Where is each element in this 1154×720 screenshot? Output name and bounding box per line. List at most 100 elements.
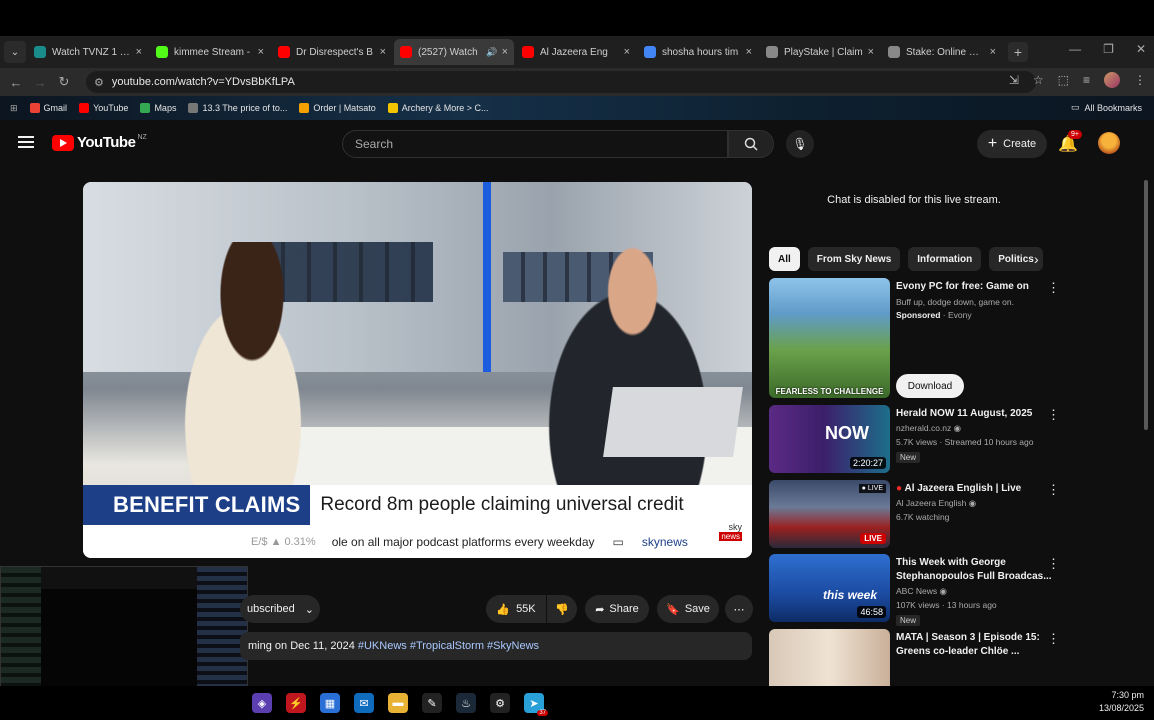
more-vert-icon[interactable]: ⋮: [1047, 556, 1060, 572]
browser-tab[interactable]: PlayStake | Claim ×: [760, 39, 880, 65]
close-tab-icon[interactable]: ×: [258, 46, 264, 58]
ad-thumbnail[interactable]: FEARLESS TO CHALLENGE: [769, 278, 890, 398]
rec-video[interactable]: MATA | Season 3 | Episode 15: Greens co-…: [769, 629, 1069, 686]
search-button[interactable]: [728, 130, 774, 158]
forward-icon[interactable]: →: [28, 75, 52, 90]
close-tab-icon[interactable]: ×: [746, 46, 752, 58]
telegram-icon[interactable]: ➤ 37: [524, 693, 548, 716]
bookmark-item[interactable]: Order | Matsato: [299, 103, 376, 113]
browser-tab[interactable]: kimmee Stream - ×: [150, 39, 270, 65]
rec-video[interactable]: this week 46:58 This Week with George St…: [769, 554, 1069, 626]
more-vert-icon[interactable]: ⋮: [1047, 631, 1060, 647]
browser-tab[interactable]: Dr Disrespect's B ×: [272, 39, 392, 65]
rec-thumbnail[interactable]: [769, 629, 890, 686]
scrollbar-thumb[interactable]: [1144, 180, 1148, 430]
rec-title[interactable]: MATA | Season 3 | Episode 15: Greens co-…: [896, 631, 1056, 659]
filter-chip[interactable]: Information: [908, 247, 982, 271]
bookmark-item[interactable]: Archery & More > C...: [387, 103, 488, 113]
browser-tab[interactable]: Watch TVNZ 1 - F ×: [28, 39, 148, 65]
close-window-icon[interactable]: ✕: [1136, 42, 1146, 56]
back-icon[interactable]: ←: [4, 75, 28, 90]
browser-tab[interactable]: Stake: Online Cas ×: [882, 39, 1002, 65]
extensions-icon[interactable]: ⬚: [1058, 73, 1069, 87]
apps-icon[interactable]: ⊞: [10, 103, 18, 114]
app-icon[interactable]: ◈: [252, 693, 272, 713]
url-bar[interactable]: ⚙ youtube.com/watch?v=YDvsBbKfLPA: [86, 71, 1036, 93]
install-icon[interactable]: ⇲: [1009, 73, 1019, 87]
search-input[interactable]: Search: [342, 130, 728, 158]
rec-video[interactable]: ● LIVE LIVE ● Al Jazeera English | Live …: [769, 480, 1069, 550]
hamburger-menu-icon[interactable]: [18, 136, 34, 148]
description-box[interactable]: ming on Dec 11, 2024 #UKNews #TropicalSt…: [240, 632, 752, 660]
dislike-button[interactable]: 👎: [547, 595, 577, 623]
profile-avatar[interactable]: [1104, 72, 1120, 88]
folder-icon[interactable]: ▬: [388, 693, 408, 713]
more-vert-icon[interactable]: ⋮: [1047, 407, 1060, 423]
reload-icon[interactable]: ↻: [52, 74, 76, 90]
speaker-icon[interactable]: 🔊: [486, 47, 497, 58]
rec-title[interactable]: Herald NOW 11 August, 2025: [896, 407, 1056, 421]
new-tab-button[interactable]: +: [1008, 42, 1028, 62]
browser-tab[interactable]: (2527) Watch 🔊 ×: [394, 39, 514, 65]
steam-icon[interactable]: ♨: [456, 693, 476, 713]
bookmark-item[interactable]: 13.3 The price of to...: [188, 103, 287, 113]
rec-thumbnail[interactable]: ● LIVE LIVE: [769, 480, 890, 548]
download-button[interactable]: Download: [896, 374, 964, 398]
all-bookmarks[interactable]: ▭ All Bookmarks: [1071, 102, 1142, 113]
rec-channel[interactable]: Al Jazeera English: [896, 498, 966, 508]
microphone-icon[interactable]: 🎙: [786, 130, 814, 158]
rec-title[interactable]: Evony PC for free: Game on: [896, 280, 1056, 294]
feather-app-icon[interactable]: ✎: [422, 693, 442, 713]
youtube-logo[interactable]: YouTube NZ: [52, 134, 147, 151]
sponsored-ad[interactable]: FEARLESS TO CHALLENGE Evony PC for free:…: [769, 278, 1069, 400]
bookmark-star-icon[interactable]: ☆: [1033, 73, 1044, 87]
share-button[interactable]: ➦ Share: [585, 595, 649, 623]
tab-search-icon[interactable]: ⌄: [4, 41, 26, 63]
rec-title[interactable]: This Week with George Stephanopoulos Ful…: [896, 556, 1056, 584]
bookmark-item[interactable]: YouTube: [79, 103, 128, 113]
picture-in-picture-overlay[interactable]: [0, 566, 248, 686]
close-tab-icon[interactable]: ×: [380, 46, 386, 58]
description-tags[interactable]: #UKNews #TropicalStorm #SkyNews: [358, 640, 539, 652]
video-player[interactable]: BENEFIT CLAIMS Record 8m people claiming…: [83, 182, 752, 558]
close-tab-icon[interactable]: ×: [502, 46, 508, 58]
bookmark-item[interactable]: Maps: [140, 103, 176, 113]
filter-chip[interactable]: All: [769, 247, 800, 271]
browser-tab[interactable]: Al Jazeera Eng ×: [516, 39, 636, 65]
maximize-icon[interactable]: ❐: [1103, 42, 1114, 56]
bookmark-favicon-icon: [79, 103, 90, 113]
browser-tab[interactable]: shosha hours tim ×: [638, 39, 758, 65]
more-horiz-icon: ⋯: [733, 603, 745, 616]
account-avatar[interactable]: [1098, 132, 1120, 154]
site-info-icon[interactable]: ⚙: [94, 76, 104, 89]
more-actions-button[interactable]: ⋯: [725, 595, 753, 623]
filter-chip[interactable]: From Sky News: [807, 247, 901, 271]
rec-thumbnail[interactable]: NOW 2:20:27: [769, 405, 890, 473]
outlook-icon[interactable]: ✉: [354, 693, 374, 713]
bookmark-item[interactable]: Gmail: [29, 103, 67, 113]
chevron-right-icon[interactable]: ›: [1034, 251, 1039, 267]
media-icon[interactable]: ≡: [1083, 73, 1090, 87]
close-tab-icon[interactable]: ×: [136, 46, 142, 58]
store-icon[interactable]: ▦: [320, 693, 340, 713]
subscribed-button[interactable]: ubscribed ⌄: [240, 595, 320, 623]
like-button[interactable]: 👍 55K: [486, 595, 546, 623]
close-tab-icon[interactable]: ×: [990, 46, 996, 58]
rec-channel[interactable]: ABC News: [896, 586, 937, 596]
lightning-app-icon[interactable]: ⚡: [286, 693, 306, 713]
menu-kebab-icon[interactable]: ⋮: [1134, 73, 1146, 87]
save-button[interactable]: 🔖 Save: [657, 595, 719, 623]
close-tab-icon[interactable]: ×: [868, 46, 874, 58]
more-vert-icon[interactable]: ⋮: [1047, 280, 1060, 296]
page-scrollbar[interactable]: [1143, 168, 1149, 686]
close-tab-icon[interactable]: ×: [624, 46, 630, 58]
more-vert-icon[interactable]: ⋮: [1047, 482, 1060, 498]
rec-video[interactable]: NOW 2:20:27 Herald NOW 11 August, 2025 n…: [769, 405, 1069, 475]
create-button[interactable]: + Create: [977, 130, 1047, 158]
rec-channel[interactable]: nzherald.co.nz: [896, 423, 951, 433]
rec-thumbnail[interactable]: this week 46:58: [769, 554, 890, 622]
system-clock[interactable]: 7:30 pm 13/08/2025: [1099, 689, 1144, 715]
settings-gear-icon[interactable]: ⚙: [490, 693, 510, 713]
rec-title[interactable]: ● Al Jazeera English | Live: [896, 482, 1056, 496]
minimize-icon[interactable]: —: [1069, 42, 1081, 56]
